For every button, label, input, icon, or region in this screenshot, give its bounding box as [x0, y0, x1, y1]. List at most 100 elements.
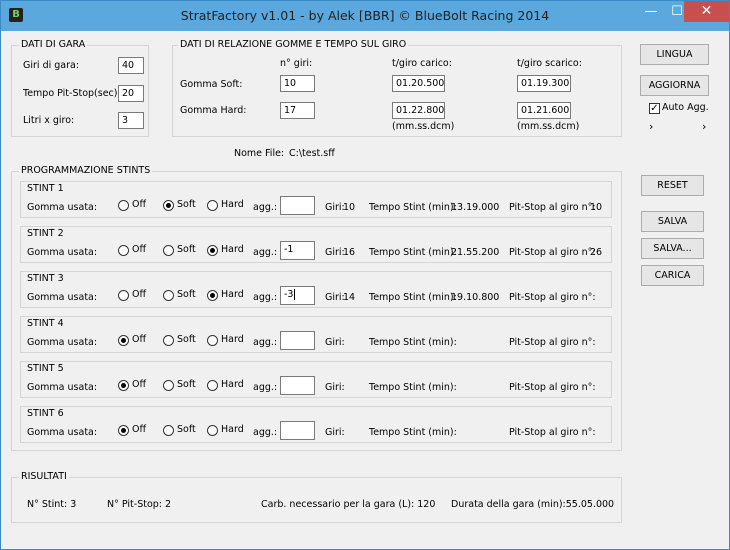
- pit-stop-label: Tempo Pit-Stop(sec):: [23, 88, 121, 99]
- radio-soft[interactable]: [163, 290, 174, 301]
- radio-off-label: Off: [132, 199, 147, 210]
- tempo-stint-label: Tempo Stint (min):: [369, 337, 457, 348]
- pitstop-value: 10: [590, 202, 603, 213]
- tempo-stint-value: 13.19.000: [451, 202, 500, 213]
- soft-carico-input[interactable]: 01.20.500: [392, 75, 445, 92]
- radio-soft-label: Soft: [177, 289, 196, 300]
- radio-hard[interactable]: [207, 245, 218, 256]
- radio-soft[interactable]: [163, 245, 174, 256]
- agg-input[interactable]: [280, 196, 315, 215]
- radio-off-label: Off: [132, 424, 147, 435]
- tempo-stint-label: Tempo Stint (min):: [369, 382, 457, 393]
- col-giri-label: n° giri:: [280, 58, 313, 69]
- radio-hard[interactable]: [207, 200, 218, 211]
- stint-title: STINT 3: [27, 273, 64, 284]
- hard-giri-input[interactable]: 17: [280, 102, 315, 119]
- radio-soft-label: Soft: [177, 379, 196, 390]
- radio-soft-label: Soft: [177, 199, 196, 210]
- litri-giro-input[interactable]: 3: [118, 112, 144, 129]
- stint-title: STINT 1: [27, 183, 64, 194]
- salva-button[interactable]: SALVA: [641, 211, 704, 232]
- radio-soft[interactable]: [163, 335, 174, 346]
- close-button[interactable]: ✕: [684, 1, 729, 22]
- radio-hard-label: Hard: [221, 199, 244, 210]
- tempo-stint-label: Tempo Stint (min):: [369, 202, 457, 213]
- title-bar[interactable]: B StratFactory v1.01 - by Alek [BBR] © B…: [1, 1, 729, 31]
- soft-giri-input[interactable]: 10: [280, 75, 315, 92]
- radio-off-label: Off: [132, 289, 147, 300]
- hard-carico-input[interactable]: 01.22.800: [392, 102, 445, 119]
- stints-title: PROGRAMMAZIONE STINTS: [19, 165, 153, 176]
- agg-label: agg.:: [253, 337, 278, 348]
- gomma-usata-label: Gomma usata:: [27, 337, 98, 348]
- pitstop-label: Pit-Stop al giro n°:: [509, 202, 596, 213]
- radio-soft[interactable]: [163, 200, 174, 211]
- carica-button[interactable]: CARICA: [641, 265, 704, 286]
- radio-hard[interactable]: [207, 290, 218, 301]
- radio-hard-label: Hard: [221, 379, 244, 390]
- radio-hard[interactable]: [207, 425, 218, 436]
- gomma-soft-label: Gomma Soft:: [180, 79, 243, 90]
- radio-off[interactable]: [118, 245, 129, 256]
- col-carico-label: t/giro carico:: [392, 58, 452, 69]
- pit-stop-input[interactable]: 20: [118, 85, 144, 102]
- giri-gara-label: Giri di gara:: [23, 60, 80, 71]
- radio-hard[interactable]: [207, 380, 218, 391]
- agg-input[interactable]: -3: [280, 286, 315, 305]
- auto-agg-label: Auto Agg.: [662, 102, 709, 113]
- app-window: B StratFactory v1.01 - by Alek [BBR] © B…: [0, 0, 730, 550]
- gomma-usata-label: Gomma usata:: [27, 427, 98, 438]
- agg-label: agg.:: [253, 382, 278, 393]
- agg-input[interactable]: -1: [280, 241, 315, 260]
- text-caret: [294, 289, 296, 300]
- radio-off-label: Off: [132, 379, 147, 390]
- radio-off-label: Off: [132, 334, 147, 345]
- giri-label: Giri:: [325, 202, 345, 213]
- window-title: StratFactory v1.01 - by Alek [BBR] © Blu…: [180, 8, 550, 23]
- agg-input[interactable]: [280, 376, 315, 395]
- soft-scarico-input[interactable]: 01.19.300: [517, 75, 571, 92]
- agg-input[interactable]: [280, 421, 315, 440]
- agg-input[interactable]: [280, 331, 315, 350]
- giri-label: Giri:: [325, 337, 345, 348]
- giri-label: Giri:: [325, 247, 345, 258]
- tempo-stint-label: Tempo Stint (min):: [369, 247, 457, 258]
- radio-soft[interactable]: [163, 380, 174, 391]
- radio-off[interactable]: [118, 425, 129, 436]
- gomma-usata-label: Gomma usata:: [27, 247, 98, 258]
- durata-value: Durata della gara (min):55.05.000: [451, 499, 615, 510]
- stint-title: STINT 2: [27, 228, 64, 239]
- arrow-left-icon[interactable]: ›: [649, 120, 653, 133]
- n-pitstop-value: N° Pit-Stop: 2: [107, 499, 172, 510]
- gomma-usata-label: Gomma usata:: [27, 202, 98, 213]
- radio-off[interactable]: [118, 380, 129, 391]
- giri-gara-input[interactable]: 40: [118, 57, 144, 74]
- stint-title: STINT 4: [27, 318, 64, 329]
- radio-off[interactable]: [118, 290, 129, 301]
- giri-value: 16: [343, 247, 356, 258]
- auto-agg-checkbox[interactable]: ✓: [649, 103, 660, 114]
- radio-off[interactable]: [118, 200, 129, 211]
- hard-scarico-input[interactable]: 01.21.600: [517, 102, 571, 119]
- pitstop-label: Pit-Stop al giro n°:: [509, 337, 596, 348]
- radio-hard-label: Hard: [221, 244, 244, 255]
- radio-soft-label: Soft: [177, 334, 196, 345]
- salva-as-button[interactable]: SALVA...: [641, 238, 704, 259]
- radio-soft[interactable]: [163, 425, 174, 436]
- minimize-button[interactable]: —: [638, 1, 664, 22]
- pitstop-label: Pit-Stop al giro n°:: [509, 247, 596, 258]
- arrow-right-icon[interactable]: ›: [702, 120, 706, 133]
- n-stint-value: N° Stint: 3: [27, 499, 77, 510]
- pitstop-label: Pit-Stop al giro n°:: [509, 427, 596, 438]
- radio-hard-label: Hard: [221, 289, 244, 300]
- aggiorna-button[interactable]: AGGIORNA: [640, 75, 709, 96]
- radio-hard[interactable]: [207, 335, 218, 346]
- col-scarico-label: t/giro scarico:: [517, 58, 582, 69]
- lingua-button[interactable]: LINGUA: [640, 44, 709, 65]
- radio-off[interactable]: [118, 335, 129, 346]
- reset-button[interactable]: RESET: [641, 175, 704, 196]
- radio-hard-label: Hard: [221, 334, 244, 345]
- stint-title: STINT 5: [27, 363, 64, 374]
- agg-value: -3: [284, 289, 294, 300]
- giri-label: Giri:: [325, 292, 345, 303]
